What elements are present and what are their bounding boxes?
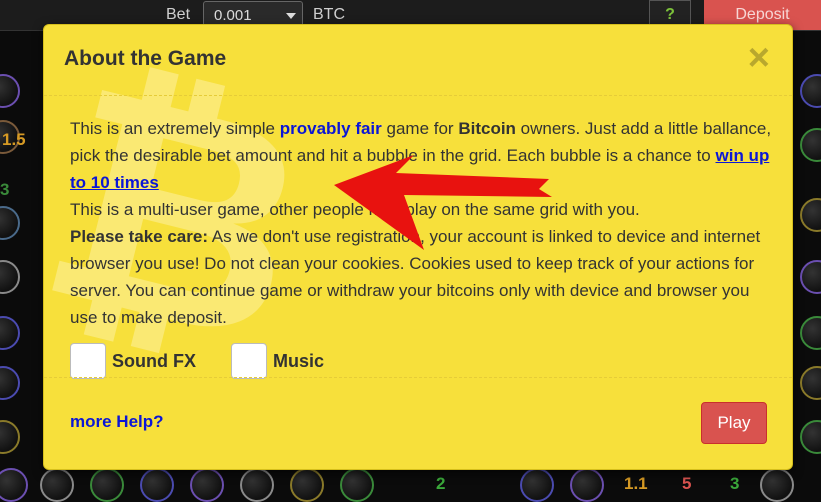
- bubble[interactable]: [0, 468, 28, 502]
- bubble-multiplier: 1.5: [2, 130, 26, 149]
- bubble[interactable]: [0, 420, 20, 454]
- bubble-multiplier: 3: [730, 474, 740, 493]
- play-button[interactable]: Play: [701, 402, 767, 444]
- bet-amount-value: 0.001: [214, 7, 252, 24]
- bubble[interactable]: [800, 128, 821, 162]
- bubble[interactable]: [570, 468, 604, 502]
- sound-fx-label: Sound FX: [112, 351, 196, 371]
- provably-fair-link[interactable]: provably fair: [280, 119, 382, 138]
- bubble[interactable]: [0, 316, 20, 350]
- more-help-link[interactable]: more Help?: [70, 412, 164, 432]
- bubble[interactable]: [40, 468, 74, 502]
- bitcoin-text: Bitcoin: [458, 119, 516, 138]
- arrow-shape: [334, 155, 552, 250]
- music-label: Music: [273, 351, 325, 371]
- bubble[interactable]: [140, 468, 174, 502]
- take-care-label: Please take care:: [70, 227, 208, 246]
- modal-footer: more Help? Play: [44, 377, 792, 469]
- bubble-multiplier: 3: [0, 180, 10, 199]
- bubble-multiplier: 1.1: [624, 474, 648, 493]
- modal-title: About the Game: [64, 47, 227, 70]
- bubble[interactable]: [760, 468, 794, 502]
- modal-header: About the Game ×: [44, 25, 792, 96]
- bubble[interactable]: [800, 316, 821, 350]
- bubble-multiplier: 2: [436, 474, 446, 493]
- bubble[interactable]: [800, 198, 821, 232]
- bubble[interactable]: [240, 468, 274, 502]
- currency-label: BTC: [313, 6, 345, 23]
- bubble[interactable]: [0, 206, 20, 240]
- bubble[interactable]: [90, 468, 124, 502]
- bubble[interactable]: [0, 74, 20, 108]
- bubble[interactable]: [800, 74, 821, 108]
- music-checkbox[interactable]: [231, 343, 267, 379]
- bet-label: Bet: [166, 6, 191, 23]
- sound-fx-checkbox[interactable]: [70, 343, 106, 379]
- bubble[interactable]: [520, 468, 554, 502]
- bubble-multiplier: 5: [682, 474, 692, 493]
- close-icon[interactable]: ×: [748, 39, 770, 77]
- audio-options: Sound FX Music: [70, 343, 470, 381]
- about-game-modal: ₿ About the Game × This is an extremely …: [43, 24, 793, 470]
- red-arrow-annotation: [334, 155, 552, 250]
- bubble[interactable]: [800, 366, 821, 400]
- bubble[interactable]: [800, 420, 821, 454]
- bubble[interactable]: [190, 468, 224, 502]
- bubble[interactable]: [0, 366, 20, 400]
- bubble[interactable]: [340, 468, 374, 502]
- bubble[interactable]: [290, 468, 324, 502]
- chevron-down-icon: [286, 13, 296, 19]
- bubble[interactable]: [800, 260, 821, 294]
- bubble[interactable]: [0, 260, 20, 294]
